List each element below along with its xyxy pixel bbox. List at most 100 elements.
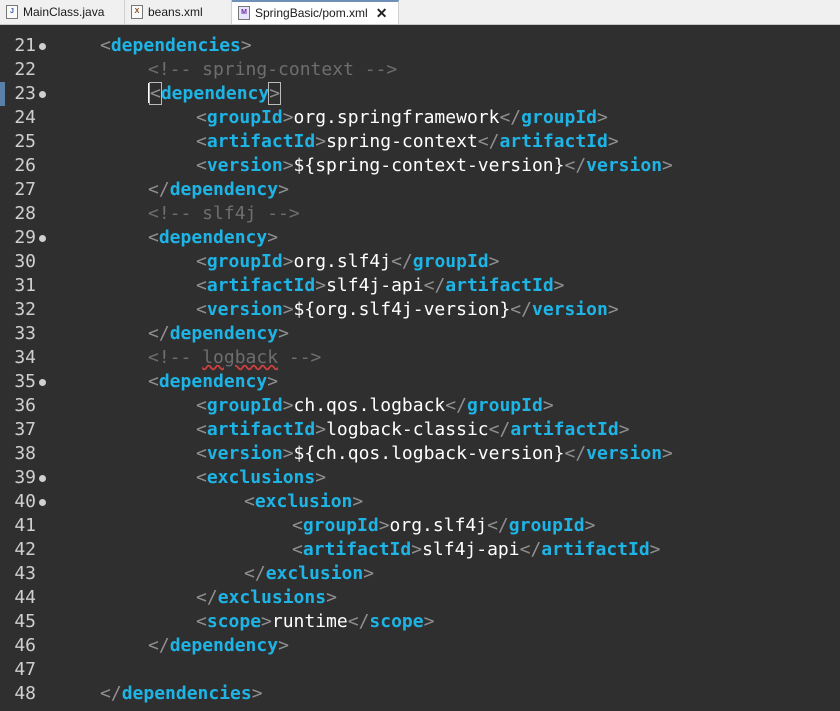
code-line[interactable]: 25 <artifactId>spring-context</artifactId… bbox=[0, 130, 840, 154]
spelling-error-word: logback bbox=[202, 347, 279, 368]
fold-toggle-icon[interactable] bbox=[39, 379, 46, 386]
tag-bracket: > bbox=[315, 131, 327, 152]
code-line[interactable]: 46 </dependency> bbox=[0, 634, 840, 658]
tag-bracket: > bbox=[618, 419, 630, 440]
line-gutter: 32 bbox=[0, 298, 46, 322]
code-line[interactable]: 24 <groupId>org.springframework</groupId> bbox=[0, 106, 840, 130]
code-line[interactable]: 41 <groupId>org.slf4j</groupId> bbox=[0, 514, 840, 538]
fold-toggle-icon[interactable] bbox=[39, 43, 46, 50]
code-line[interactable]: 39 <exclusions> bbox=[0, 466, 840, 490]
code-content: <dependencies> bbox=[100, 34, 252, 58]
line-number: 30 bbox=[14, 251, 36, 272]
code-line[interactable]: 35 <dependency> bbox=[0, 370, 840, 394]
tag-bracket: > bbox=[597, 107, 608, 128]
code-line[interactable]: 36 <groupId>ch.qos.logback</groupId> bbox=[0, 394, 840, 418]
code-line[interactable]: 48 </dependencies> bbox=[0, 682, 840, 706]
code-line[interactable]: 32 <version>${org.slf4j-version}</version… bbox=[0, 298, 840, 322]
tag-bracket: > bbox=[607, 299, 619, 320]
tag-bracket: > bbox=[423, 611, 435, 632]
fold-toggle-icon[interactable] bbox=[39, 475, 46, 482]
code-line[interactable]: 47 bbox=[0, 658, 840, 682]
line-number: 35 bbox=[14, 371, 36, 392]
code-line[interactable]: 43 </exclusion> bbox=[0, 562, 840, 586]
xml-tag-name: groupId bbox=[521, 107, 597, 128]
line-number: 46 bbox=[14, 635, 36, 656]
code-line[interactable]: 27 </dependency> bbox=[0, 178, 840, 202]
xml-tag-name: dependency bbox=[158, 227, 268, 248]
tab-label: beans.xml bbox=[148, 5, 203, 19]
tag-bracket: > bbox=[488, 251, 500, 272]
xml-tag-name: dependencies bbox=[110, 35, 241, 56]
xml-tag-name: artifactId bbox=[445, 275, 554, 296]
xml-comment: <!-- bbox=[148, 347, 203, 368]
code-line[interactable]: 29 <dependency> bbox=[0, 226, 840, 250]
xml-text-value: ch.qos.logback bbox=[293, 395, 446, 416]
code-content: <artifactId>slf4j-api</artifactId> bbox=[196, 274, 565, 298]
tab-pom-xml[interactable]: M SpringBasic/pom.xml ✕ bbox=[232, 0, 399, 24]
xml-tag-name: scope bbox=[369, 611, 424, 632]
tag-bracket: < bbox=[196, 611, 207, 632]
code-line[interactable]: 26 <version>${spring-context-version}</ve… bbox=[0, 154, 840, 178]
code-line[interactable]: 44 </exclusions> bbox=[0, 586, 840, 610]
line-number: 48 bbox=[14, 683, 36, 704]
code-line[interactable]: 28 <!-- slf4j --> bbox=[0, 202, 840, 226]
code-line[interactable]: 38 <version>${ch.qos.logback-version}</ve… bbox=[0, 442, 840, 466]
xml-tag-name: groupId bbox=[206, 251, 283, 272]
line-number: 33 bbox=[14, 323, 36, 344]
code-line[interactable]: 21 <dependencies> bbox=[0, 34, 840, 58]
code-line[interactable]: 40 <exclusion> bbox=[0, 490, 840, 514]
code-line[interactable]: 23 <dependency> bbox=[0, 82, 840, 106]
code-content: <artifactId>logback-classic</artifactId> bbox=[196, 418, 630, 442]
code-line[interactable]: 34 <!-- logback --> bbox=[0, 346, 840, 370]
tag-bracket: > bbox=[282, 299, 294, 320]
xml-tag-name: artifactId bbox=[510, 419, 619, 440]
xml-tag-name: artifactId bbox=[302, 539, 412, 560]
code-line[interactable]: 42 <artifactId>slf4j-api</artifactId> bbox=[0, 538, 840, 562]
line-gutter: 40 bbox=[0, 490, 46, 514]
code-line[interactable]: 45 <scope>runtime</scope> bbox=[0, 610, 840, 634]
line-gutter: 34 bbox=[0, 346, 46, 370]
tag-bracket: < bbox=[196, 419, 207, 440]
tag-bracket: > bbox=[542, 395, 554, 416]
code-line[interactable]: 22 <!-- spring-context --> bbox=[0, 58, 840, 82]
fold-toggle-icon[interactable] bbox=[39, 235, 46, 242]
tab-beans-xml[interactable]: X beans.xml bbox=[125, 0, 232, 24]
tag-bracket: </ bbox=[477, 131, 500, 152]
code-line[interactable]: 31 <artifactId>slf4j-api</artifactId> bbox=[0, 274, 840, 298]
code-content: <version>${spring-context-version}</vers… bbox=[196, 154, 673, 178]
tag-bracket: > bbox=[282, 155, 294, 176]
code-line[interactable]: 33 </dependency> bbox=[0, 322, 840, 346]
code-line[interactable]: 30 <groupId>org.slf4j</groupId> bbox=[0, 250, 840, 274]
close-icon[interactable]: ✕ bbox=[376, 5, 388, 22]
tag-bracket: > bbox=[584, 515, 596, 536]
line-number: 38 bbox=[14, 443, 36, 464]
xml-text-value: ${spring-context-version} bbox=[293, 155, 565, 176]
tag-bracket: </ bbox=[148, 635, 170, 656]
xml-tag-name: artifactId bbox=[541, 539, 650, 560]
line-gutter: 35 bbox=[0, 370, 46, 394]
tag-bracket: > bbox=[315, 419, 327, 440]
xml-text-value: spring-context bbox=[326, 131, 478, 152]
line-gutter: 41 bbox=[0, 514, 46, 538]
tag-bracket: < bbox=[100, 35, 111, 56]
tag-bracket: > bbox=[378, 515, 390, 536]
tag-bracket: > bbox=[282, 395, 294, 416]
tag-bracket: > bbox=[282, 443, 294, 464]
line-gutter: 27 bbox=[0, 178, 46, 202]
tag-bracket: </ bbox=[100, 683, 122, 704]
line-number: 39 bbox=[14, 467, 36, 488]
tag-bracket: < bbox=[196, 155, 207, 176]
code-line[interactable]: 37 <artifactId>logback-classic</artifactI… bbox=[0, 418, 840, 442]
xml-source-editor[interactable]: 21 <dependencies> 22 <!-- spring-context --… bbox=[0, 24, 840, 711]
xml-tag-name: artifactId bbox=[206, 275, 316, 296]
line-gutter: 48 bbox=[0, 682, 46, 706]
tag-bracket: > bbox=[268, 82, 282, 105]
tag-bracket: < bbox=[149, 82, 162, 105]
fold-toggle-icon[interactable] bbox=[39, 91, 46, 98]
xml-text-value: ${org.slf4j-version} bbox=[293, 299, 511, 320]
tag-bracket: </ bbox=[148, 179, 170, 200]
code-content: </exclusions> bbox=[196, 586, 337, 610]
fold-toggle-icon[interactable] bbox=[39, 499, 46, 506]
tag-bracket: </ bbox=[499, 107, 522, 128]
tab-mainclass-java[interactable]: J MainClass.java bbox=[0, 0, 125, 24]
